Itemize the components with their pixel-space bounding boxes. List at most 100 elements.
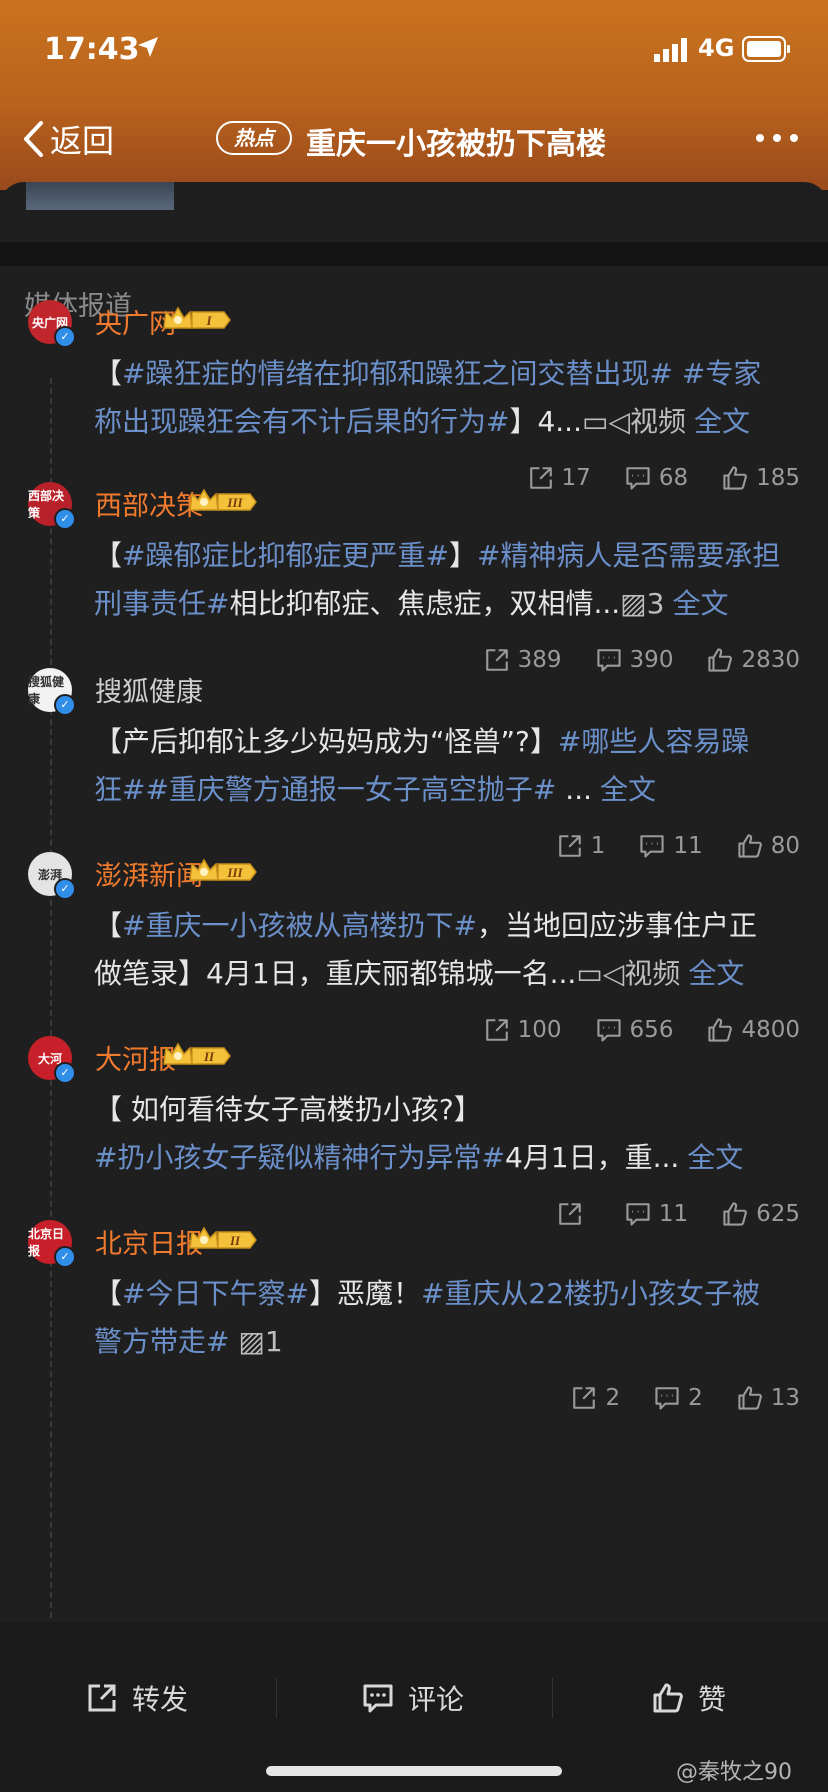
hashtag-link[interactable]: #哪些人容易躁 [558, 725, 749, 758]
post-actions: 17 68 185 [420, 460, 800, 496]
avatar[interactable]: 大河 ✓ [28, 1036, 76, 1084]
text-line: 做笔录】4月1日，重庆丽都锦城一名...▭◁视频 全文 [94, 950, 794, 998]
like-count-button[interactable]: 13 [737, 1385, 800, 1411]
full-text-link[interactable]: 全文 [694, 405, 750, 438]
post-text[interactable]: 【#今日下午察#】恶魔！#重庆从22楼扔小孩女子被 警方带走# ▨1 [94, 1270, 794, 1366]
repost-count: 389 [517, 647, 562, 673]
rank-badge: I [162, 304, 232, 338]
post-text[interactable]: 【#躁狂症的情绪在抑郁和躁狂之间交替出现# #专家 称出现躁狂会有不计后果的行为#… [94, 350, 794, 446]
repost-icon [88, 1684, 116, 1712]
hashtag-link[interactable]: #专家 [682, 357, 761, 390]
text-segment [673, 357, 682, 390]
repost-icon [485, 1019, 508, 1041]
more-button[interactable] [756, 134, 798, 142]
comment-count-button[interactable]: 11 [639, 833, 703, 859]
post-text[interactable]: 【 如何看待女子高楼扔小孩?】 #扔小孩女子疑似精神行为异常#4月1日，重... 全… [94, 1086, 794, 1182]
hashtag-link[interactable]: #躁郁症比抑郁症更严重# [122, 539, 449, 572]
source-name[interactable]: 西部决策 [95, 484, 203, 523]
back-button[interactable]: 返回 [22, 116, 114, 162]
repost-label: 转发 [132, 1683, 189, 1716]
repost-count-button[interactable]: 1 [557, 833, 605, 859]
source-name[interactable]: 北京日报 [95, 1222, 203, 1261]
comment-count-button[interactable]: 656 [596, 1017, 673, 1043]
crown-rank-icon: II [189, 1226, 257, 1249]
avatar[interactable]: 央广网 ✓ [28, 300, 76, 348]
full-text-link[interactable]: 全文 [688, 957, 744, 990]
hashtag-link[interactable]: 刑事责任# [94, 587, 229, 620]
text-line: 称出现躁狂会有不计后果的行为#】4...▭◁视频 全文 [94, 398, 794, 446]
post-text[interactable]: 【产后抑郁让多少妈妈成为“怪兽”?】#哪些人容易躁 狂##重庆警方通报一女子高空抛… [94, 718, 794, 814]
text-segment: 】恶魔！ [308, 1277, 421, 1310]
repost-count-button[interactable]: 2 [571, 1385, 620, 1411]
media-indicator[interactable]: ▨1 [229, 1325, 282, 1358]
text-line: #扔小孩女子疑似精神行为异常#4月1日，重... 全文 [94, 1134, 794, 1182]
media-indicator[interactable]: ▭◁视频 [576, 957, 680, 990]
full-text-link[interactable]: 全文 [600, 773, 656, 806]
hashtag-link[interactable]: #躁狂症的情绪在抑郁和躁狂之间交替出现# [122, 357, 673, 390]
comment-count-button[interactable]: 68 [625, 465, 688, 491]
comment-count: 390 [629, 647, 674, 673]
rank-badge: III [188, 486, 258, 520]
full-text-link[interactable]: 全文 [687, 1141, 743, 1174]
text-segment: 4月1日，重... [504, 1141, 680, 1174]
rank-badge: II [162, 1040, 232, 1074]
page-title: 重庆一小孩被扔下高楼 [306, 127, 606, 162]
like-count-button[interactable]: 2830 [707, 647, 800, 673]
like-count: 2830 [741, 647, 800, 673]
source-name[interactable]: 搜狐健康 [95, 670, 203, 709]
hashtag-link[interactable]: 狂##重庆警方通报一女子高空抛子# [94, 773, 556, 806]
media-indicator[interactable]: ▭◁视频 [582, 405, 686, 438]
full-text-link[interactable]: 全文 [672, 587, 728, 620]
comment-icon [626, 1203, 650, 1226]
media-indicator[interactable]: ▨3 [620, 587, 664, 620]
avatar[interactable]: 西部决策 ✓ [28, 482, 76, 530]
repost-icon [573, 1387, 596, 1409]
post-actions: 2 2 13 [420, 1380, 800, 1416]
comment-button[interactable]: 评论 [362, 1678, 464, 1718]
source-name[interactable]: 澎湃新闻 [95, 854, 203, 893]
post-text[interactable]: 【#躁郁症比抑郁症更严重#】#精神病人是否需要承担 刑事责任#相比抑郁症、焦虑症，… [94, 532, 794, 628]
comment-label: 评论 [408, 1683, 465, 1716]
like-count-button[interactable]: 80 [737, 833, 800, 859]
repost-count-button[interactable]: 389 [484, 647, 562, 673]
text-segment: 】 [448, 539, 477, 572]
verified-badge-icon: ✓ [54, 694, 76, 716]
text-segment: 【产后抑郁让多少妈妈成为“怪兽”?】 [94, 725, 558, 758]
post-text[interactable]: 【#重庆一小孩被从高楼扔下#，当地回应涉事住户正 做笔录】4月1日，重庆丽都锦城一… [94, 902, 794, 998]
back-label: 返回 [50, 122, 115, 160]
rank-badge: III [188, 856, 258, 890]
comment-count-button[interactable]: 390 [596, 647, 674, 673]
hashtag-link[interactable]: #扔小孩女子疑似精神行为异常# [94, 1141, 505, 1174]
repost-button[interactable]: 转发 [86, 1678, 188, 1718]
hashtag-link[interactable]: 称出现躁狂会有不计后果的行为# [94, 405, 509, 438]
hashtag-link[interactable]: 警方带走# [94, 1325, 229, 1358]
like-count-button[interactable]: 4800 [707, 1017, 800, 1043]
post-actions: 1 11 80 [420, 828, 800, 864]
crown-rank-label: III [226, 495, 243, 510]
like-count-button[interactable]: 185 [722, 465, 800, 491]
crown-rank-icon: III [189, 488, 257, 511]
avatar[interactable]: 搜狐健康 ✓ [28, 668, 76, 716]
text-segment: ，当地回应涉事住户正 [476, 909, 757, 942]
comment-icon [363, 1684, 393, 1713]
avatar[interactable]: 澎湃 ✓ [28, 852, 76, 900]
top-bar: 17:43 4G 返回 热点 重庆一小孩被扔下高楼 [0, 0, 828, 190]
hashtag-link[interactable]: #精神病人是否需要承担 [477, 539, 780, 572]
hashtag-link[interactable]: #重庆一小孩被从高楼扔下# [122, 909, 477, 942]
status-time: 17:43 [44, 32, 140, 67]
image-thumbnail[interactable] [26, 182, 174, 210]
hashtag-link[interactable]: #今日下午察# [122, 1277, 309, 1310]
repost-count-button[interactable] [557, 1201, 591, 1227]
thumbs-up-icon [723, 1202, 748, 1226]
more-dot-icon [756, 134, 764, 142]
comment-count-button[interactable]: 11 [625, 1201, 688, 1227]
repost-count-button[interactable]: 17 [528, 465, 591, 491]
comment-count-button[interactable]: 2 [654, 1385, 703, 1411]
repost-icon [559, 1203, 581, 1225]
thumbs-up-icon [653, 1683, 683, 1713]
avatar[interactable]: 北京日报 ✓ [28, 1220, 76, 1268]
hashtag-link[interactable]: #重庆从22楼扔小孩女子被 [421, 1277, 760, 1310]
like-button[interactable]: 赞 [652, 1678, 726, 1718]
repost-count-button[interactable]: 100 [484, 1017, 562, 1043]
like-count-button[interactable]: 625 [722, 1201, 800, 1227]
